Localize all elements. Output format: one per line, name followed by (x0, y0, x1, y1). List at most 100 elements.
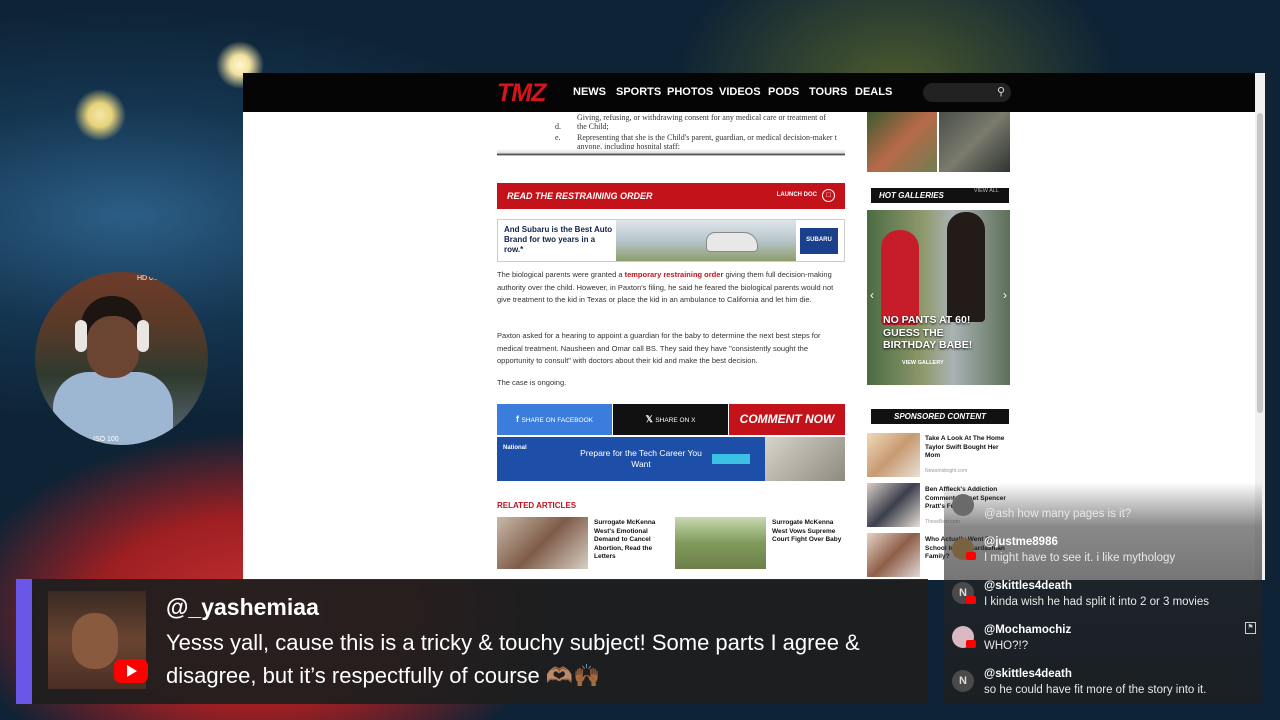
youtube-icon (966, 596, 976, 604)
national-logo: National (503, 445, 527, 451)
restraining-order-title: READ THE RESTRAINING ORDER (507, 191, 653, 201)
youtube-icon (966, 552, 976, 560)
ad-photo (765, 437, 845, 481)
avatar: N (952, 670, 974, 692)
ad-car-image (616, 220, 796, 261)
article-paragraph-3: The case is ongoing. (497, 378, 567, 387)
nav-pods[interactable]: PODS (768, 86, 799, 98)
camera-hd-label: HD 0.0 (137, 275, 159, 282)
chat-message: @ash how many pages is it? (984, 508, 1132, 520)
article-paragraph-1: The biological parents were granted a te… (497, 269, 845, 307)
view-all-link[interactable]: VIEW ALL (974, 188, 999, 194)
avatar (952, 494, 974, 516)
chat-item: @justme8986 I might have to see it. i li… (952, 532, 1262, 576)
hot-galleries-label: HOT GALLERIES (879, 191, 944, 200)
court-document-excerpt: Giving, refusing, or withdrawing consent… (497, 113, 845, 159)
gallery-caption-line: GUESS THE (883, 326, 944, 339)
search-input[interactable]: ⚲ (923, 83, 1011, 102)
sponsored-title[interactable]: Take A Look At The Home Taylor Swift Bou… (925, 435, 1011, 461)
sponsored-thumb[interactable] (867, 433, 920, 477)
torn-edge (497, 149, 845, 159)
article-paragraph-2: Paxton asked for a hearing to appoint a … (497, 331, 821, 365)
related-article-title[interactable]: Surrogate McKenna West Vows Supreme Cour… (772, 519, 847, 545)
subaru-ad[interactable]: And Subaru is the Best Auto Brand for tw… (497, 219, 845, 262)
streamer-face (87, 316, 139, 378)
gallery-caption-line: NO PANTS AT 60! (883, 314, 971, 326)
article-text: The biological parents were granted a (497, 270, 625, 279)
gallery-caption-line: BIRTHDAY BABE! (883, 339, 973, 351)
share-facebook-label: SHARE ON FACEBOOK (521, 417, 594, 424)
webcam-feed: HD 0.0 ISO 100 (35, 272, 208, 445)
chat-message: WHO?!? (984, 640, 1029, 652)
highlight-accent-bar (16, 579, 32, 704)
view-gallery-link[interactable]: VIEW GALLERY (902, 360, 944, 366)
chat-item: @ash how many pages is it? (952, 488, 1262, 532)
chat-message: I might have to see it. i like mythology (984, 552, 1176, 564)
restraining-order-link[interactable]: temporary restraining order (625, 270, 724, 279)
doc-line: Representing that she is the Child's par… (577, 133, 837, 142)
share-x-label: SHARE ON X (655, 417, 696, 424)
gallery-caption: NO PANTS AT 60! GUESS THE BIRTHDAY BABE! (883, 314, 972, 352)
sponsored-thumb[interactable] (867, 483, 920, 527)
doc-line: the Child; (577, 122, 609, 131)
related-article-title[interactable]: Surrogate McKenna West's Emotional Deman… (594, 519, 669, 562)
x-icon: 𝕏 (645, 414, 656, 424)
ad-national-headline: Prepare for the Tech Career You Want (580, 448, 702, 469)
sponsored-thumb[interactable] (867, 533, 920, 577)
chat-message: I kinda wish he had split it into 2 or 3… (984, 596, 1210, 608)
tmz-logo[interactable]: TMZ (497, 79, 546, 108)
ad-headline: And Subaru is the Best Auto Brand for tw… (504, 225, 613, 254)
nav-tours[interactable]: TOURS (809, 86, 847, 98)
youtube-icon (114, 659, 148, 683)
rail-image[interactable] (939, 112, 1010, 172)
hot-galleries-heading: HOT GALLERIES VIEW ALL (871, 188, 1009, 203)
chat-message: so he could have fit more of the story i… (984, 684, 1207, 696)
live-chat: @ash how many pages is it? @justme8986 I… (944, 482, 1262, 704)
scrollbar-thumb[interactable] (1257, 113, 1263, 413)
chevron-right-icon[interactable]: › (1003, 288, 1007, 302)
nav-photos[interactable]: PHOTOS (667, 86, 713, 98)
subaru-logo: SUBARU (800, 228, 838, 254)
streamer-body (53, 372, 173, 445)
search-icon[interactable]: ⚲ (997, 85, 1005, 98)
chat-item: @Mochamochiz WHO?!? (952, 620, 1262, 664)
national-university-ad[interactable]: National Prepare for the Tech Career You… (497, 437, 845, 481)
nav-news[interactable]: NEWS (573, 86, 606, 98)
share-x-button[interactable]: 𝕏 SHARE ON X (613, 404, 728, 435)
highlighted-chat-message: @_yashemiaa Yesss yall, cause this is a … (16, 579, 928, 704)
highlight-message: Yesss yall, cause this is a tricky & tou… (166, 630, 860, 688)
flag-icon[interactable]: ⚑ (1245, 622, 1256, 634)
share-facebook-button[interactable]: f SHARE ON FACEBOOK (497, 404, 612, 435)
car-shape (706, 232, 758, 252)
related-articles-heading: RELATED ARTICLES (497, 501, 577, 510)
document-icon[interactable]: □ (822, 189, 835, 202)
doc-line: Giving, refusing, or withdrawing consent… (577, 113, 827, 122)
chat-username: @Mochamochiz (984, 624, 1072, 636)
chat-item: N @skittles4death I kinda wish he had sp… (952, 576, 1262, 620)
doc-mark: d. (555, 122, 561, 131)
launch-doc-link[interactable]: LAUNCH DOC (777, 192, 817, 198)
nav-videos[interactable]: VIDEOS (719, 86, 761, 98)
hot-gallery-card[interactable]: ‹ › NO PANTS AT 60! GUESS THE BIRTHDAY B… (867, 210, 1010, 385)
rail-image[interactable] (867, 112, 937, 172)
comment-now-button[interactable]: COMMENT NOW (729, 404, 845, 435)
related-thumb[interactable] (497, 517, 588, 569)
nav-sports[interactable]: SPORTS (616, 86, 661, 98)
chevron-left-icon[interactable]: ‹ (870, 288, 874, 302)
ad-cta-button[interactable] (712, 454, 750, 464)
avatar-face (72, 613, 118, 669)
highlight-username: @_yashemiaa (166, 594, 319, 620)
doc-mark: e. (555, 133, 561, 142)
headphone-icon (137, 320, 149, 352)
related-thumb[interactable] (675, 517, 766, 569)
chat-item: N @skittles4death so he could have fit m… (952, 664, 1262, 708)
site-navbar: TMZ NEWS SPORTS PHOTOS VIDEOS PODS TOURS… (243, 73, 1265, 112)
restraining-order-banner[interactable]: READ THE RESTRAINING ORDER LAUNCH DOC □ (497, 183, 845, 209)
chat-username: @skittles4death (984, 580, 1072, 592)
chat-username: @justme8986 (984, 536, 1058, 548)
camera-iso-label: ISO 100 (93, 436, 119, 443)
play-icon (127, 665, 137, 677)
sponsored-heading: SPONSORED CONTENT (871, 409, 1009, 424)
nav-deals[interactable]: DEALS (855, 86, 892, 98)
sponsored-source: Newsmidnight.com (925, 468, 968, 474)
